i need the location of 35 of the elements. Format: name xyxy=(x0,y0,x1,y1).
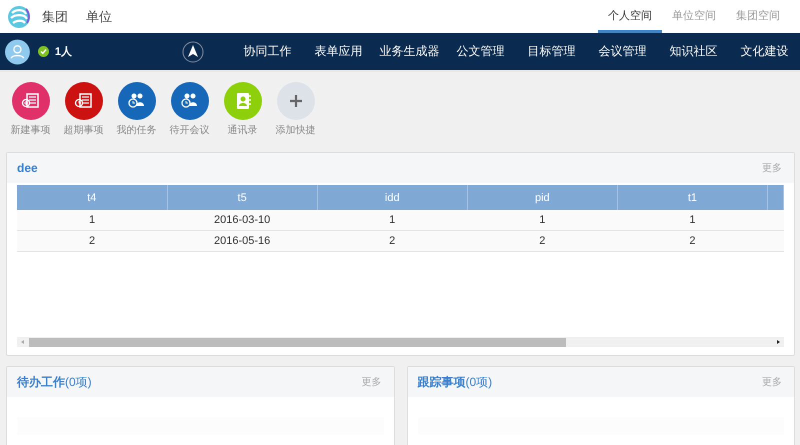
table-cell: 2 xyxy=(17,230,168,252)
table-cell: 2016-05-16 xyxy=(167,230,318,252)
shortcut-label: 我的任务 xyxy=(116,124,156,137)
shortcut-label: 通讯录 xyxy=(228,124,258,137)
column-header: idd xyxy=(317,185,468,210)
table-cell: 1 xyxy=(617,210,768,230)
shortcut-label: 待开会议 xyxy=(170,124,210,137)
nav-menu-item[interactable]: 会议管理 xyxy=(587,43,658,60)
panel-title: dee xyxy=(17,161,38,175)
panel-title: 待办工作(0项) xyxy=(17,374,92,390)
column-header: t5 xyxy=(167,185,318,210)
column-header: t1 xyxy=(617,185,768,210)
nav-menu-item[interactable]: 目标管理 xyxy=(516,43,587,60)
shortcut-label: 超期事项 xyxy=(64,124,104,137)
panel-title: 跟踪事项(0项) xyxy=(418,374,492,390)
nav-menu-item[interactable]: 协同工作 xyxy=(232,43,303,60)
nav-menu-item[interactable]: 知识社区 xyxy=(658,43,729,60)
nav-menu-item[interactable]: 文化建设 xyxy=(729,43,800,60)
table-cell: 2 xyxy=(317,230,468,252)
table-cell: 2016-03-10 xyxy=(167,210,318,230)
nav-menu-item[interactable]: 表单应用 xyxy=(303,43,374,60)
column-header: pid xyxy=(467,185,618,210)
table-cell: 1 xyxy=(467,210,618,230)
shortcut-label: 新建事项 xyxy=(10,124,50,137)
table-cell: 1 xyxy=(17,210,168,230)
nav-menu-item[interactable]: 业务生成器 xyxy=(374,43,445,60)
top-link[interactable]: 集团 xyxy=(42,8,68,26)
online-count: 1人 xyxy=(54,45,72,59)
table-cell: 2 xyxy=(467,230,618,252)
table-cell: 2 xyxy=(617,230,768,252)
table-cell: 1 xyxy=(317,210,468,230)
top-link[interactable]: 单位 xyxy=(86,8,112,26)
shortcut-label: 添加快捷 xyxy=(276,124,316,137)
column-header: t4 xyxy=(17,185,168,210)
nav-menu-item[interactable]: 公文管理 xyxy=(445,43,516,60)
